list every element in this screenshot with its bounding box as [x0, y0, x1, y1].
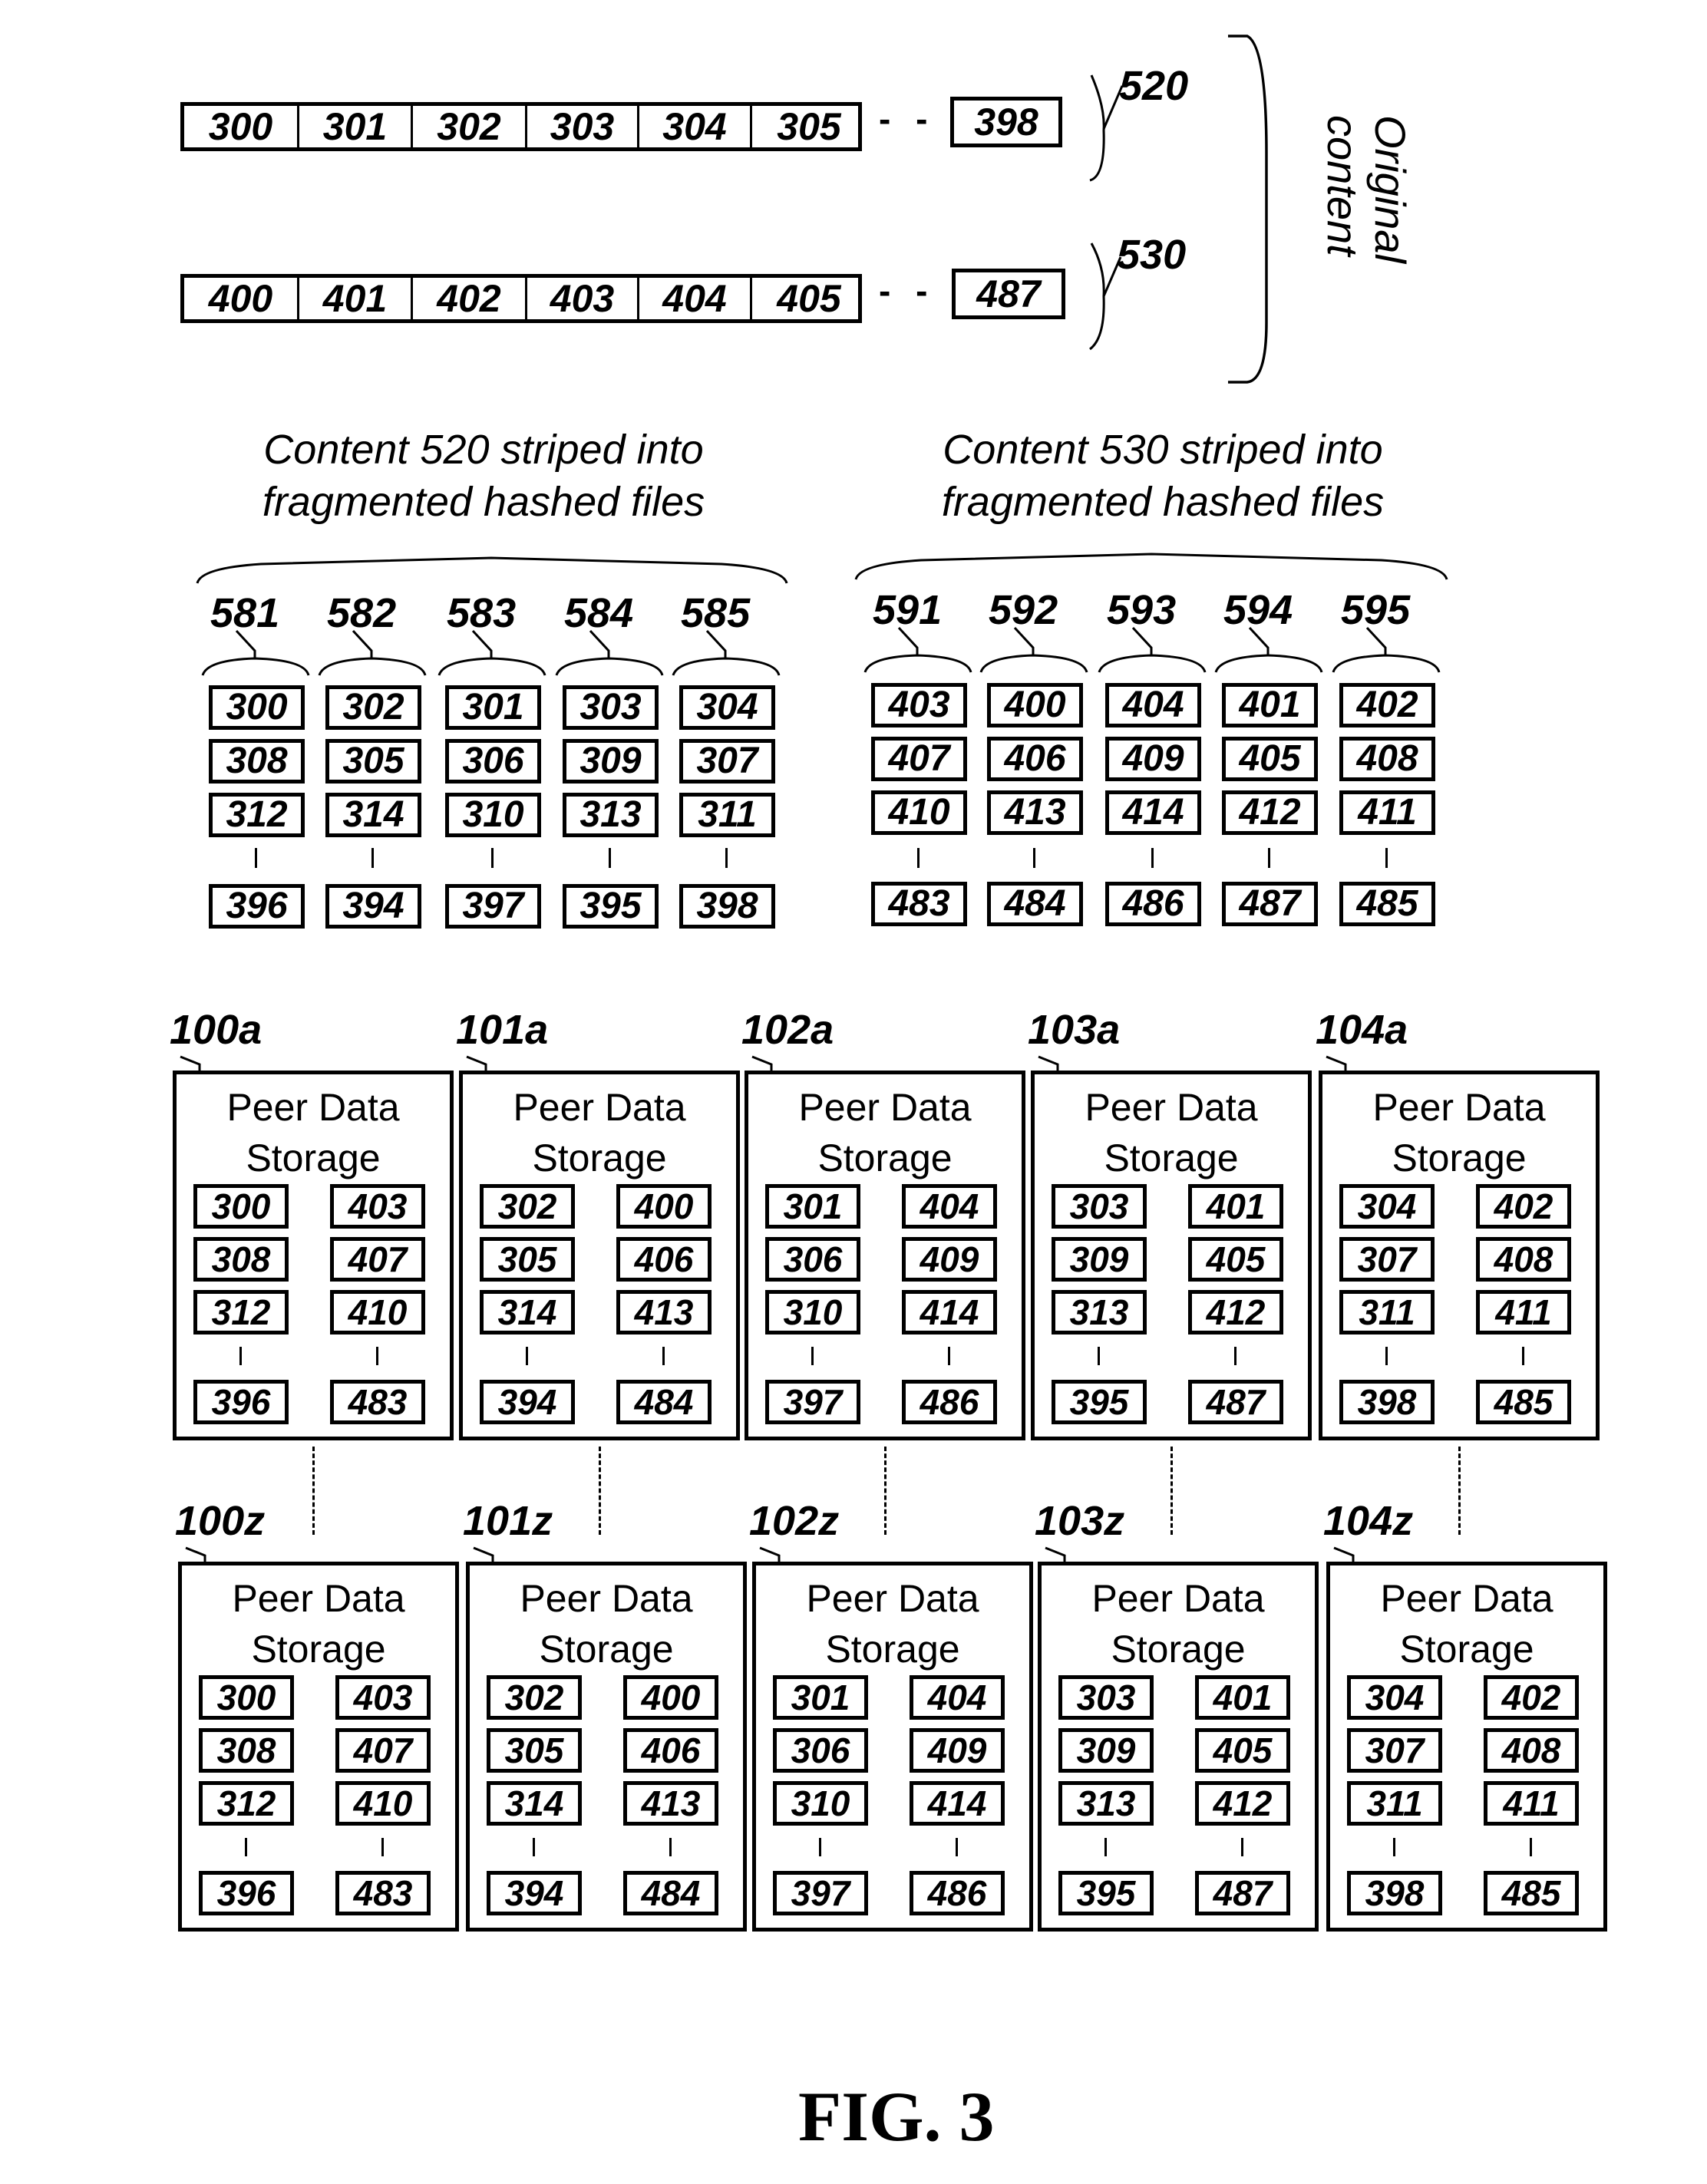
file-brace [1098, 654, 1207, 673]
peer-leader [466, 1055, 487, 1071]
file-leader [897, 626, 919, 655]
file-leader [705, 629, 727, 658]
file-leader [1248, 626, 1270, 655]
file-brace [1214, 654, 1323, 673]
file-leader [1365, 626, 1387, 655]
peer-leader [751, 1055, 773, 1071]
file-brace [318, 657, 427, 676]
file-brace [555, 657, 664, 676]
connector-lines [180, 35, 1448, 1562]
peer-leader [1326, 1055, 1347, 1071]
peer-leader [1038, 1055, 1059, 1071]
file-leader [352, 629, 373, 658]
brace-520 [1089, 74, 1105, 182]
file-leader [235, 629, 256, 658]
patent-figure: 300 301 302 303 304 305 - - 398 520 400 401 402… [0, 0, 1707, 2184]
peer-leader [180, 1055, 201, 1071]
brace-530 [1089, 242, 1105, 351]
leader-530 [1102, 256, 1122, 297]
peer-leader [185, 1546, 206, 1562]
file-brace [201, 657, 310, 676]
file-leader [1131, 626, 1153, 655]
brace-caption-530 [854, 553, 1448, 580]
file-leader [471, 629, 493, 658]
leader-520 [1102, 85, 1124, 130]
file-brace [1332, 654, 1441, 673]
brace-caption-520 [196, 556, 788, 584]
file-brace [672, 657, 781, 676]
file-brace [979, 654, 1088, 673]
figure-label: FIG. 3 [798, 2077, 995, 2156]
file-brace [863, 654, 972, 673]
file-brace [437, 657, 546, 676]
peer-leader [759, 1546, 781, 1562]
file-leader [589, 629, 610, 658]
file-leader [1013, 626, 1035, 655]
peer-leader [473, 1546, 494, 1562]
peer-leader [1333, 1546, 1355, 1562]
brace-original-content [1228, 35, 1268, 384]
peer-leader [1045, 1546, 1066, 1562]
